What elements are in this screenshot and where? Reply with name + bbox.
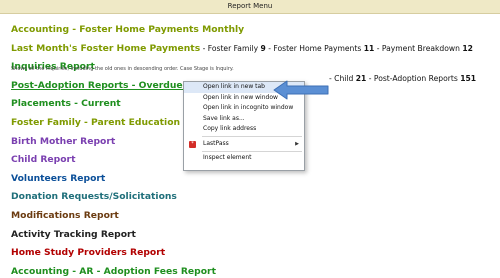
- accounting-ar-adoption-fees-link[interactable]: Accounting - AR - Adoption Fees Report: [11, 266, 216, 277]
- report-menu-title: Report Menu: [227, 2, 273, 10]
- context-menu-divider: [202, 136, 302, 137]
- home-study-providers-link[interactable]: Home Study Providers Report: [11, 247, 165, 258]
- callout-arrow-shape: [273, 80, 329, 100]
- inquiries-description: Shows all the Inquiries, including the o…: [11, 66, 234, 73]
- birth-mother-report-link[interactable]: Birth Mother Report: [11, 136, 115, 147]
- last-month-details: - Foster Family 9 - Foster Home Payments…: [200, 43, 473, 53]
- submenu-arrow-icon: ▶: [295, 140, 299, 147]
- foster-home-payments-count: 11: [363, 43, 375, 53]
- child-count-label: Child: [334, 73, 354, 83]
- last-month-payments-link[interactable]: Last Month's Foster Home Payments: [11, 43, 200, 54]
- menu-row-accounting-ar: Accounting - AR - Adoption Fees Report: [11, 259, 500, 278]
- placements-current-link[interactable]: Placements - Current: [11, 98, 121, 109]
- menu-row-accounting-foster: Accounting - Foster Home Payments Monthl…: [11, 17, 500, 36]
- post-adoption-count-label: Post-Adoption Reports: [373, 73, 458, 83]
- lastpass-label: LastPass: [203, 139, 229, 147]
- payment-breakdown-count: 12: [462, 43, 473, 53]
- menu-row-donations: Donation Requests/Solicitations: [11, 184, 500, 203]
- copy-link-address-item[interactable]: Copy link address: [184, 124, 304, 135]
- menu-row-last-month: Last Month's Foster Home Payments - Fost…: [11, 36, 500, 55]
- donation-requests-link[interactable]: Donation Requests/Solicitations: [11, 191, 177, 202]
- save-link-as-item[interactable]: Save link as...: [184, 114, 304, 125]
- lastpass-icon: *: [189, 140, 196, 148]
- callout-arrow-icon: [273, 80, 329, 100]
- inspect-element-item[interactable]: Inspect element: [184, 153, 304, 164]
- activity-tracking-report-link[interactable]: Activity Tracking Report: [11, 229, 136, 240]
- post-adoption-count: 151: [460, 73, 477, 83]
- menu-row-inquiries: Inquiries Report Shows all the Inquiries…: [11, 54, 500, 73]
- open-link-incognito-item[interactable]: Open link in incognito window: [184, 103, 304, 114]
- menu-row-home-study: Home Study Providers Report: [11, 240, 500, 259]
- foster-family-parent-education-link[interactable]: Foster Family - Parent Education: [11, 117, 180, 128]
- report-menu-header: Report Menu: [0, 0, 500, 14]
- menu-row-modifications: Modifications Report: [11, 203, 500, 222]
- foster-family-count-label: Foster Family: [207, 43, 259, 53]
- child-count: 21: [355, 73, 367, 83]
- lastpass-item[interactable]: * LastPass ▶: [184, 139, 304, 150]
- menu-row-activity: Activity Tracking Report: [11, 222, 500, 241]
- context-menu-divider: [202, 150, 302, 152]
- accounting-foster-payments-link[interactable]: Accounting - Foster Home Payments Monthl…: [11, 24, 244, 35]
- payment-breakdown-count-label: Payment Breakdown: [381, 43, 460, 53]
- foster-home-payments-count-label: Foster Home Payments: [273, 43, 362, 53]
- volunteers-report-link[interactable]: Volunteers Report: [11, 173, 105, 184]
- post-adoption-details: - Child 21 - Post-Adoption Reports 151: [329, 73, 477, 83]
- child-report-link[interactable]: Child Report: [11, 154, 75, 165]
- modifications-report-link[interactable]: Modifications Report: [11, 210, 119, 221]
